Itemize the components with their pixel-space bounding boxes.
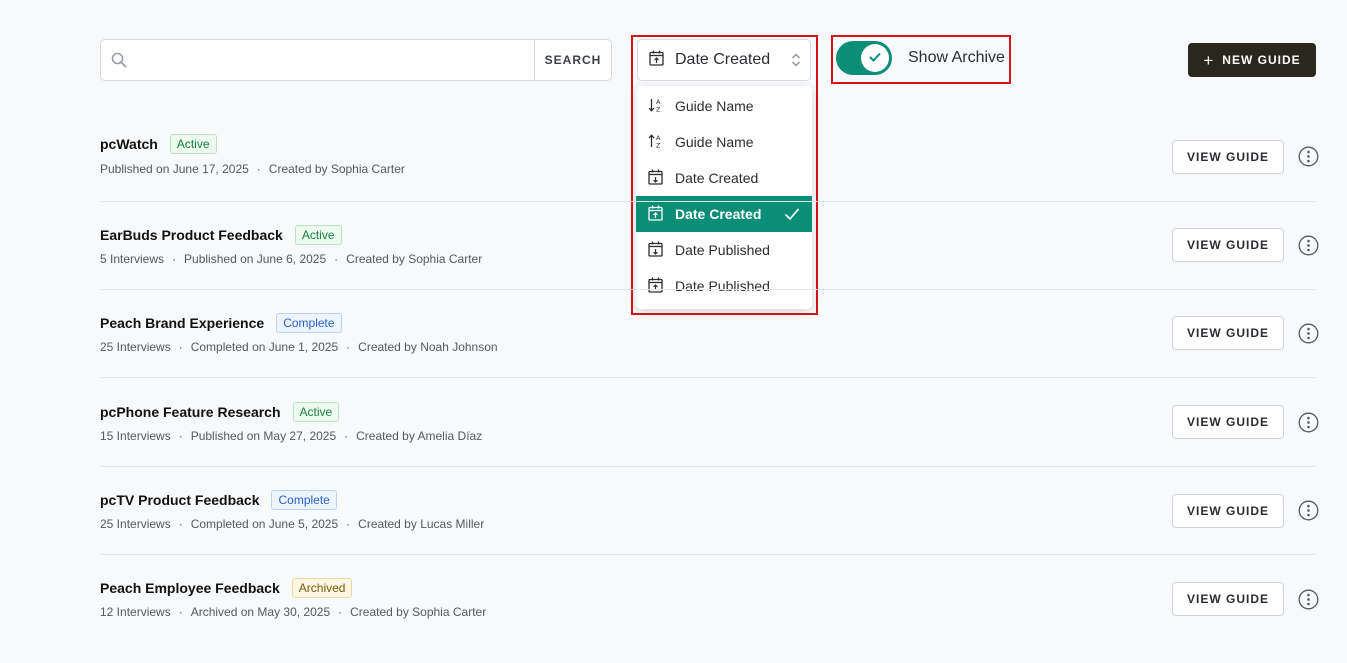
guide-meta: Published on June 17, 2025 · Created by S…	[100, 162, 405, 176]
search-bar: SEARCH	[100, 39, 612, 81]
guide-creator: Created by Sophia Carter	[350, 605, 487, 619]
view-guide-button[interactable]: VIEW GUIDE	[1172, 494, 1284, 528]
guide-row: EarBuds Product Feedback Active 5 Interv…	[100, 202, 1319, 290]
show-archive-label: Show Archive	[908, 49, 1005, 66]
guide-meta: 25 Interviews · Completed on June 5, 2025…	[100, 517, 484, 531]
status-badge: Active	[292, 402, 340, 422]
guide-title: Peach Employee Feedback	[100, 580, 280, 596]
guide-published-date: Published on May 27, 2025	[190, 429, 337, 443]
guide-archived-date: Archived on May 30, 2025	[190, 605, 331, 619]
status-badge: Complete	[276, 313, 342, 333]
guide-completed-date: Completed on June 1, 2025	[190, 340, 339, 354]
separator-dot: ·	[178, 605, 183, 619]
view-guide-button[interactable]: VIEW GUIDE	[1172, 228, 1284, 262]
guide-meta: 12 Interviews · Archived on May 30, 2025 ·…	[100, 605, 486, 619]
more-options-icon[interactable]	[1297, 322, 1319, 344]
status-badge: Complete	[271, 490, 337, 510]
view-guide-button[interactable]: VIEW GUIDE	[1172, 316, 1284, 350]
guide-published-date: Published on June 6, 2025	[184, 252, 327, 266]
status-badge: Active	[169, 134, 217, 154]
search-icon	[101, 52, 137, 68]
guide-completed-date: Completed on June 5, 2025	[190, 517, 339, 531]
guide-title: EarBuds Product Feedback	[100, 227, 283, 243]
view-guide-button[interactable]: VIEW GUIDE	[1172, 140, 1284, 174]
guide-creator: Created by Amelia Díaz	[356, 429, 483, 443]
guide-row: Peach Brand Experience Complete 25 Inter…	[100, 290, 1319, 378]
sort-option-label: Guide Name	[675, 98, 754, 114]
separator-dot: ·	[178, 517, 183, 531]
guide-interview-count: 25 Interviews	[100, 340, 171, 354]
guide-creator: Created by Lucas Miller	[358, 517, 485, 531]
more-options-icon[interactable]	[1297, 411, 1319, 433]
guide-row: pcTV Product Feedback Complete 25 Interv…	[100, 467, 1319, 555]
status-badge: Archived	[291, 578, 353, 598]
calendar-up-icon	[649, 50, 664, 71]
check-icon	[869, 49, 881, 67]
search-input[interactable]	[137, 40, 534, 80]
guide-title: pcPhone Feature Research	[100, 404, 281, 420]
guide-interview-count: 15 Interviews	[100, 429, 171, 443]
view-guide-button[interactable]: VIEW GUIDE	[1172, 582, 1284, 616]
separator-dot: ·	[346, 517, 351, 531]
separator-dot: ·	[338, 605, 343, 619]
separator-dot: ·	[334, 252, 339, 266]
guide-meta: 15 Interviews · Published on May 27, 2025…	[100, 429, 482, 443]
sort-alpha-desc-icon: AZ	[648, 97, 663, 116]
guide-published-date: Published on June 17, 2025	[100, 162, 249, 176]
more-options-icon[interactable]	[1297, 499, 1319, 521]
separator-dot: ·	[178, 340, 183, 354]
guide-row: Peach Employee Feedback Archived 12 Inte…	[100, 556, 1319, 644]
guide-title: Peach Brand Experience	[100, 315, 265, 331]
guide-interview-count: 5 Interviews	[100, 252, 165, 266]
sort-select-label: Date Created	[675, 51, 771, 68]
guide-row: pcWatch Active Published on June 17, 202…	[100, 114, 1319, 202]
guide-interview-count: 12 Interviews	[100, 605, 171, 619]
guide-creator: Created by Noah Johnson	[358, 340, 498, 354]
search-button[interactable]: SEARCH	[534, 40, 611, 80]
plus-icon: +	[1203, 50, 1215, 70]
up-down-chevron-icon	[782, 52, 810, 68]
svg-text:Z: Z	[656, 105, 661, 113]
new-guide-label: NEW GUIDE	[1222, 53, 1301, 67]
more-options-icon[interactable]	[1297, 588, 1319, 610]
guide-meta: 5 Interviews · Published on June 6, 2025 ·…	[100, 252, 482, 266]
guide-title: pcWatch	[100, 136, 158, 152]
separator-dot: ·	[256, 162, 261, 176]
guide-title: pcTV Product Feedback	[100, 492, 260, 508]
status-badge: Active	[294, 225, 342, 245]
guide-row: pcPhone Feature Research Active 15 Inter…	[100, 379, 1319, 467]
more-options-icon[interactable]	[1297, 234, 1319, 256]
separator-dot: ·	[178, 429, 183, 443]
toggle-switch[interactable]	[836, 41, 892, 75]
separator-dot: ·	[346, 340, 351, 354]
guide-interview-count: 25 Interviews	[100, 517, 171, 531]
guide-creator: Created by Sophia Carter	[268, 162, 405, 176]
new-guide-button[interactable]: + NEW GUIDE	[1188, 43, 1316, 77]
view-guide-button[interactable]: VIEW GUIDE	[1172, 405, 1284, 439]
sort-select[interactable]: Date Created	[637, 39, 811, 81]
separator-dot: ·	[172, 252, 177, 266]
guide-creator: Created by Sophia Carter	[346, 252, 483, 266]
show-archive-toggle[interactable]: Show Archive	[836, 41, 1005, 75]
separator-dot: ·	[344, 429, 349, 443]
more-options-icon[interactable]	[1297, 145, 1319, 167]
toggle-knob	[861, 44, 889, 72]
guide-meta: 25 Interviews · Completed on June 1, 2025…	[100, 340, 498, 354]
